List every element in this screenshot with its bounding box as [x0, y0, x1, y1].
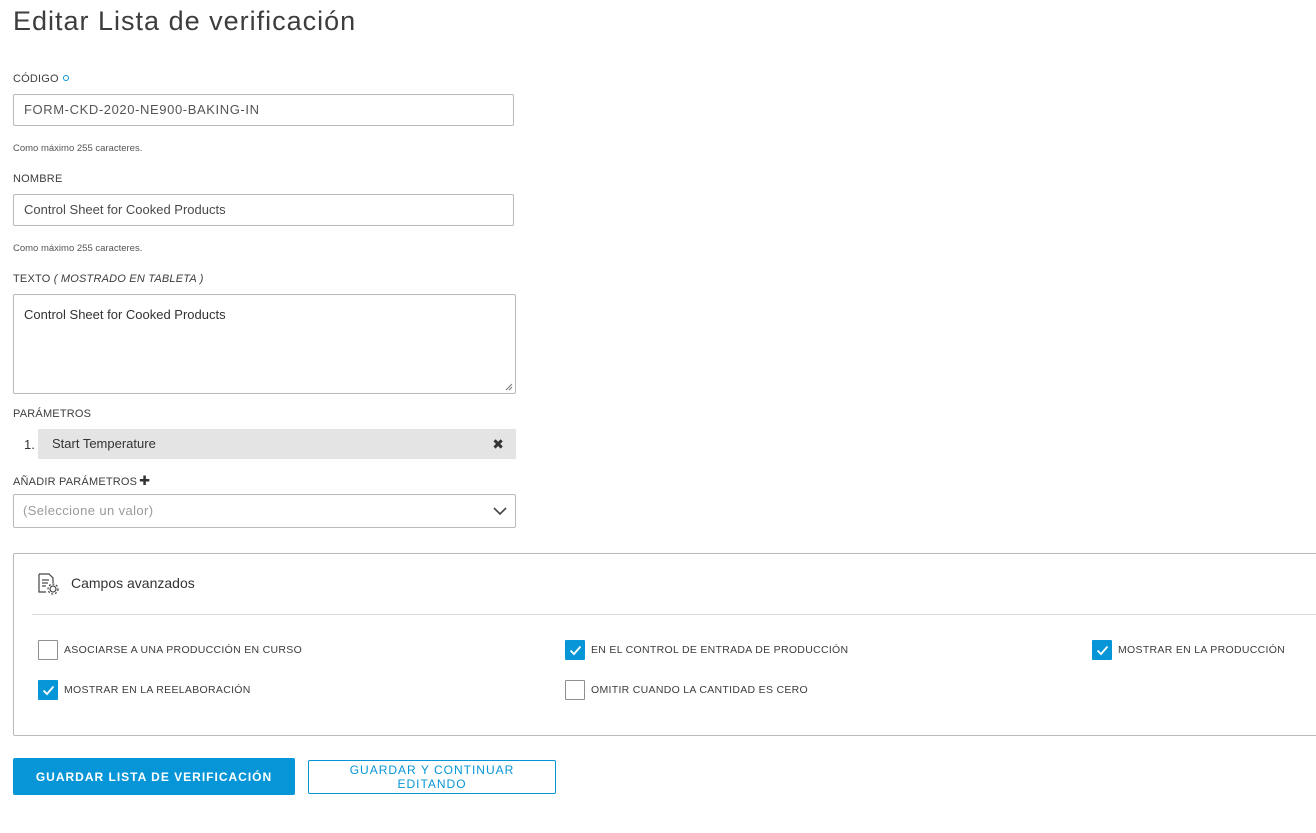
checkbox-associate-production[interactable] — [38, 640, 58, 660]
option-label: EN EL CONTROL DE ENTRADA DE PRODUCCIÓN — [591, 644, 849, 656]
edit-checklist-page: Editar Lista de verificación CÓDIGO FORM… — [0, 0, 1316, 833]
option-label: ASOCIARSE A UNA PRODUCCIÓN EN CURSO — [64, 644, 303, 656]
plus-icon[interactable]: ✚ — [139, 473, 150, 489]
code-label: CÓDIGO — [13, 73, 69, 85]
add-parameters-select[interactable]: (Seleccione un valor) — [13, 494, 516, 528]
document-settings-icon — [38, 573, 59, 595]
checkbox-production-entry-control[interactable] — [565, 640, 585, 660]
divider — [32, 614, 1316, 615]
checkbox-show-in-production[interactable] — [1092, 640, 1112, 660]
text-label: TEXTO ( MOSTRADO EN TABLETA ) — [13, 273, 204, 285]
checkbox-show-in-rework[interactable] — [38, 680, 58, 700]
check-icon — [569, 645, 582, 656]
resize-grip-icon[interactable] — [505, 383, 513, 391]
add-parameters-label-text: AÑADIR PARÁMETROS — [13, 476, 138, 488]
check-icon — [1096, 645, 1109, 656]
parameters-label: PARÁMETROS — [13, 408, 92, 420]
option-label: MOSTRAR EN LA REELABORACIÓN — [64, 684, 251, 696]
advanced-fields-title: Campos avanzados — [71, 575, 195, 591]
name-input[interactable]: Control Sheet for Cooked Products — [13, 194, 514, 226]
parameter-chip: Start Temperature ✖ — [38, 429, 516, 459]
code-label-text: CÓDIGO — [13, 73, 59, 85]
add-parameters-placeholder: (Seleccione un valor) — [23, 503, 154, 518]
add-parameters-label: AÑADIR PARÁMETROS ✚ — [13, 473, 150, 489]
text-label-suffix: ( MOSTRADO EN TABLETA ) — [53, 273, 204, 285]
option-label: MOSTRAR EN LA PRODUCCIÓN — [1118, 644, 1286, 656]
remove-parameter-icon[interactable]: ✖ — [492, 429, 504, 459]
parameter-item: 1. Start Temperature ✖ — [13, 429, 516, 459]
required-indicator-icon — [62, 75, 69, 81]
page-title: Editar Lista de verificación — [13, 6, 357, 36]
check-icon — [42, 685, 55, 696]
save-and-continue-button[interactable]: GUARDAR Y CONTINUAR EDITANDO — [308, 760, 556, 794]
save-checklist-button[interactable]: GUARDAR LISTA DE VERIFICACIÓN — [13, 758, 295, 795]
checkbox-skip-when-zero[interactable] — [565, 680, 585, 700]
code-hint: Como máximo 255 caracteres. — [13, 143, 143, 154]
name-label: NOMBRE — [13, 173, 63, 185]
chevron-down-icon — [493, 507, 507, 516]
advanced-fields-panel: Campos avanzados ASOCIARSE A UNA PRODUCC… — [13, 553, 1316, 736]
code-input[interactable]: FORM-CKD-2020-NE900-BAKING-IN — [13, 94, 514, 126]
text-textarea[interactable]: Control Sheet for Cooked Products — [13, 294, 516, 394]
parameter-name: Start Temperature — [52, 436, 156, 451]
parameter-number: 1. — [24, 437, 35, 452]
text-textarea-value: Control Sheet for Cooked Products — [24, 307, 226, 322]
option-label: OMITIR CUANDO LA CANTIDAD ES CERO — [591, 684, 809, 696]
name-hint: Como máximo 255 caracteres. — [13, 243, 143, 254]
text-label-text: TEXTO — [13, 273, 51, 285]
